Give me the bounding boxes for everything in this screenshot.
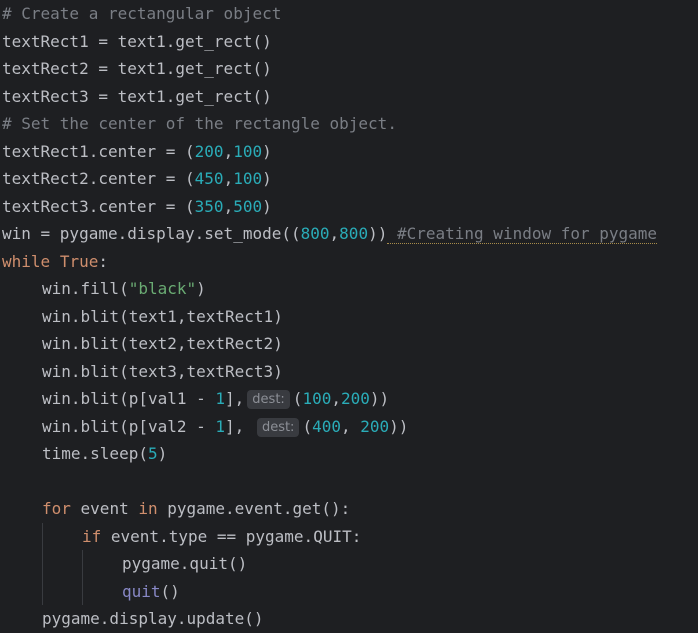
code-line-13[interactable]: win.blit(text2,textRect2) [42,330,283,358]
code-text: win.blit(text2,textRect2) [42,334,283,353]
code-line-6[interactable]: textRect1.center = (200,100) [2,138,272,166]
code-text: win.blit(p[val1 - [42,389,216,408]
number-literal: 100 [302,389,332,408]
code-text: : [98,251,108,271]
code-text: win.blit(text3,textRect3) [42,361,283,381]
code-line-1[interactable]: # Create a rectangular object [2,0,281,28]
comma: , [329,224,340,243]
code-editor[interactable]: # Create a rectangular object textRect1 … [0,0,698,633]
code-text: win = pygame.display.set_mode(( [2,224,301,243]
inline-comment: #Creating window for pygame [387,224,658,244]
code-text: ], [225,389,245,408]
code-line-21[interactable]: pygame.quit() [122,550,247,578]
code-line-8[interactable]: textRect3.center = (350,500) [2,193,272,221]
code-line-12[interactable]: win.blit(text1,textRect1) [42,303,283,331]
code-text: )) [368,224,388,243]
code-text: pygame.display.update() [42,609,264,628]
code-line-5[interactable]: # Set the center of the rectangle object… [2,110,397,138]
code-text: textRect3 = text1.get_rect() [2,86,272,106]
code-text: win.fill( [42,279,129,298]
code-line-9[interactable]: win = pygame.display.set_mode((800,800))… [2,220,658,248]
comma: , [340,416,361,436]
code-text: event [70,499,139,518]
code-line-16[interactable]: win.blit(p[val2 - 1], dest: (400, 200)) [42,413,408,441]
number-literal: 350 [194,196,224,216]
code-text: win.blit(p[val2 - [42,416,216,436]
number-literal: 200 [194,141,224,161]
number-literal: 200 [340,389,370,408]
code-line-14[interactable]: win.blit(text3,textRect3) [42,358,283,386]
code-text: ) [157,444,168,463]
number-literal: 400 [312,416,341,436]
number-literal: 450 [194,169,224,188]
code-text: ) [262,196,272,216]
code-line-19[interactable]: for event in pygame.event.get(): [42,495,350,523]
number-literal: 800 [339,224,369,243]
keyword: True [59,251,99,271]
parameter-hint: dest: [256,417,300,437]
code-text: textRect1.center = ( [2,141,195,161]
code-line-11[interactable]: win.fill("black") [42,275,206,303]
code-line-22[interactable]: quit() [122,578,180,606]
code-text: pygame.quit() [122,554,248,573]
code-text: textRect2.center = ( [2,169,195,188]
code-line-23[interactable]: pygame.display.update() [42,605,264,633]
comma: , [223,141,234,161]
keyword: if [82,526,102,546]
keyword: while [2,251,51,271]
indent-guide [42,523,43,605]
keyword: in [138,499,158,518]
code-line-4[interactable]: textRect3 = text1.get_rect() [2,83,272,111]
code-text: ) [196,279,206,298]
code-text: )) [389,416,409,436]
number-literal: 100 [233,169,263,188]
code-text: time.sleep( [42,444,148,463]
code-text: textRect3.center = ( [2,196,195,216]
number-literal: 500 [233,196,263,216]
code-text: win.blit(text1,textRect1) [42,306,283,326]
code-line-10[interactable]: while True: [2,248,108,276]
code-text: ( [292,389,303,408]
code-text: pygame.event.get(): [157,499,351,518]
number-literal: 1 [215,389,226,408]
keyword: for [42,499,71,518]
indent-guide [82,550,83,605]
code-line-2[interactable]: textRect1 = text1.get_rect() [2,28,272,56]
code-text: () [160,581,180,601]
code-text: ) [262,169,272,188]
code-line-20[interactable]: if event.type == pygame.QUIT: [82,523,361,551]
code-line-17[interactable]: time.sleep(5) [42,440,167,468]
code-text: textRect1 = text1.get_rect() [2,31,272,51]
comma: , [223,169,234,188]
code-text: )) [369,389,390,408]
comma: , [331,389,341,408]
code-text: ( [302,416,313,436]
builtin-function: quit [122,581,161,601]
code-text: event.type == pygame.QUIT: [101,526,362,546]
string-literal: "black" [128,279,197,298]
code-text: ], [225,416,254,436]
number-literal: 1 [215,416,226,436]
number-literal: 5 [147,444,158,463]
code-line-15[interactable]: win.blit(p[val1 - 1], dest: (100,200)) [42,385,389,413]
number-literal: 100 [233,141,263,161]
parameter-hint: dest: [247,390,290,409]
code-text: ) [262,141,272,161]
number-literal: 800 [300,224,330,243]
number-literal: 200 [360,416,390,436]
code-line-3[interactable]: textRect2 = text1.get_rect() [2,55,272,83]
code-text: textRect2 = text1.get_rect() [2,59,272,78]
comma: , [223,196,234,216]
code-line-7[interactable]: textRect2.center = (450,100) [2,165,272,193]
